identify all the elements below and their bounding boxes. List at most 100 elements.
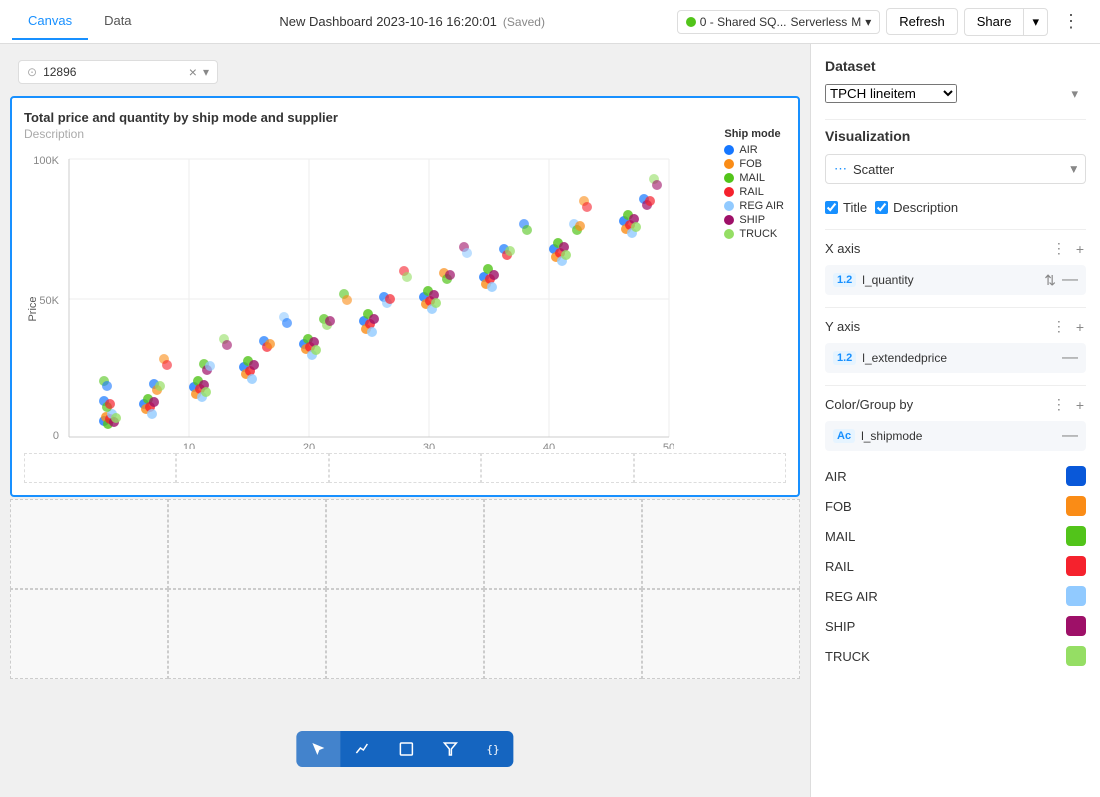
color-label-mail: MAIL — [825, 529, 855, 544]
svg-text:30: 30 — [423, 442, 435, 449]
canvas-area: ⊙ 12896 × ▾ Total price and quantity by … — [0, 44, 810, 689]
bottom-toolbar: {} — [296, 731, 513, 767]
svg-text:10: 10 — [183, 442, 195, 449]
dataset-label: Dataset — [825, 58, 1086, 74]
tool-code[interactable]: {} — [472, 731, 513, 767]
dashboard-title: New Dashboard 2023-10-16 16:20:01 — [279, 14, 497, 29]
tab-data[interactable]: Data — [88, 3, 147, 40]
y-axis-header: Y axis ⋮ + — [825, 316, 1086, 337]
tool-box[interactable] — [384, 731, 428, 767]
x-field-remove-button[interactable]: — — [1062, 271, 1078, 289]
legend-item-regair: REG AIR — [724, 200, 784, 212]
svg-text:50: 50 — [663, 442, 674, 449]
filter-clear-button[interactable]: × — [189, 64, 197, 80]
y-axis-add-icon[interactable]: + — [1074, 317, 1086, 337]
color-swatch-air[interactable] — [1066, 466, 1086, 486]
filter-bar: ⊙ 12896 × ▾ — [10, 54, 800, 90]
x-axis-add-icon[interactable]: + — [1074, 239, 1086, 259]
x-field-type: 1.2 — [833, 273, 856, 287]
topbar-center: New Dashboard 2023-10-16 16:20:01 (Saved… — [160, 14, 665, 29]
color-more-icon[interactable]: ⋮ — [1050, 394, 1068, 415]
canvas-wrapper: ⊙ 12896 × ▾ Total price and quantity by … — [0, 44, 810, 797]
color-item-air: AIR — [825, 461, 1086, 491]
y-field-type: 1.2 — [833, 351, 856, 365]
visualization-select-wrapper[interactable]: ⋯ Scatter ▾ — [825, 154, 1086, 184]
x-axis-field: 1.2 l_quantity ⇅ — — [825, 265, 1086, 295]
x-field-name: l_quantity — [862, 273, 1038, 287]
divider-1 — [825, 119, 1086, 120]
y-axis-label: Y axis — [825, 319, 860, 334]
legend-label-mail: MAIL — [739, 172, 765, 184]
dataset-select[interactable]: TPCH lineitem — [825, 84, 957, 103]
empty-grid-2 — [10, 589, 800, 679]
x-axis-more-icon[interactable]: ⋮ — [1050, 238, 1068, 259]
color-item-fob: FOB — [825, 491, 1086, 521]
filter-down-icon[interactable]: ▾ — [203, 65, 209, 79]
legend-label-rail: RAIL — [739, 186, 763, 198]
color-swatch-rail[interactable] — [1066, 556, 1086, 576]
color-field-remove-button[interactable]: — — [1062, 427, 1078, 445]
description-checkbox[interactable] — [875, 201, 888, 214]
color-field-name: l_shipmode — [861, 429, 1056, 443]
color-label-rail: RAIL — [825, 559, 854, 574]
chart-title: Total price and quantity by ship mode an… — [24, 110, 786, 125]
title-desc-row: Title Description — [825, 200, 1086, 215]
legend-dot-mail — [724, 173, 734, 183]
divider-3 — [825, 307, 1086, 308]
color-swatch-regair[interactable] — [1066, 586, 1086, 606]
svg-text:40: 40 — [543, 442, 555, 449]
color-item-ship: SHIP — [825, 611, 1086, 641]
scatter-icon: ⋯ — [834, 161, 847, 177]
refresh-button[interactable]: Refresh — [886, 8, 958, 35]
color-swatch-mail[interactable] — [1066, 526, 1086, 546]
tool-filter[interactable] — [428, 731, 472, 767]
y-axis-field: 1.2 l_extendedprice — — [825, 343, 1086, 373]
svg-text:50K: 50K — [39, 295, 59, 307]
vis-chevron-icon: ▾ — [1070, 161, 1077, 177]
status-chevron-icon: ▾ — [865, 15, 871, 29]
color-swatch-ship[interactable] — [1066, 616, 1086, 636]
tool-select[interactable] — [296, 731, 340, 767]
color-label-air: AIR — [825, 469, 847, 484]
share-button[interactable]: Share — [964, 8, 1024, 36]
status-badge[interactable]: 0 - Shared SQ... Serverless M ▾ — [677, 10, 880, 34]
saved-status: (Saved) — [503, 15, 545, 29]
filter-value: 12896 — [43, 65, 183, 79]
legend-label-fob: FOB — [739, 158, 762, 170]
filter-tag[interactable]: ⊙ 12896 × ▾ — [18, 60, 218, 84]
legend-item-mail: MAIL — [724, 172, 784, 184]
legend-title: Ship mode — [724, 128, 784, 140]
share-chevron-button[interactable]: ▾ — [1023, 8, 1048, 36]
title-checkbox[interactable] — [825, 201, 838, 214]
x-axis-actions: ⋮ + — [1050, 238, 1086, 259]
chart-container: Total price and quantity by ship mode an… — [10, 96, 800, 497]
more-options-button[interactable]: ⋮ — [1054, 6, 1088, 37]
color-group-actions: ⋮ + — [1050, 394, 1086, 415]
y-field-remove-button[interactable]: — — [1062, 349, 1078, 367]
status-size: M — [851, 15, 861, 29]
sort-icon[interactable]: ⇅ — [1044, 272, 1056, 289]
chart-grid — [24, 453, 786, 483]
color-add-icon[interactable]: + — [1074, 395, 1086, 415]
dataset-section: Dataset TPCH lineitem — [825, 58, 1086, 103]
color-field: Ac l_shipmode — — [825, 421, 1086, 451]
legend-label-ship: SHIP — [739, 214, 765, 226]
share-group: Share ▾ — [964, 8, 1048, 36]
main-layout: ⊙ 12896 × ▾ Total price and quantity by … — [0, 44, 1100, 797]
y-field-name: l_extendedprice — [862, 351, 1056, 365]
color-label-fob: FOB — [825, 499, 852, 514]
color-swatch-truck[interactable] — [1066, 646, 1086, 666]
y-axis-more-icon[interactable]: ⋮ — [1050, 316, 1068, 337]
y-axis-section: Y axis ⋮ + 1.2 l_extendedprice — — [825, 316, 1086, 373]
legend-dot-ship — [724, 215, 734, 225]
color-swatch-fob[interactable] — [1066, 496, 1086, 516]
svg-text:20: 20 — [303, 442, 315, 449]
scatter-chart: 100K 50K 0 Price — [24, 149, 674, 449]
x-axis-section: X axis ⋮ + 1.2 l_quantity ⇅ — — [825, 238, 1086, 295]
tab-canvas[interactable]: Canvas — [12, 3, 88, 40]
description-checkbox-label: Description — [893, 200, 958, 215]
color-group-label: Color/Group by — [825, 397, 913, 412]
tool-chart[interactable] — [340, 731, 384, 767]
visualization-label: Visualization — [825, 128, 1086, 144]
legend-item-ship: SHIP — [724, 214, 784, 226]
